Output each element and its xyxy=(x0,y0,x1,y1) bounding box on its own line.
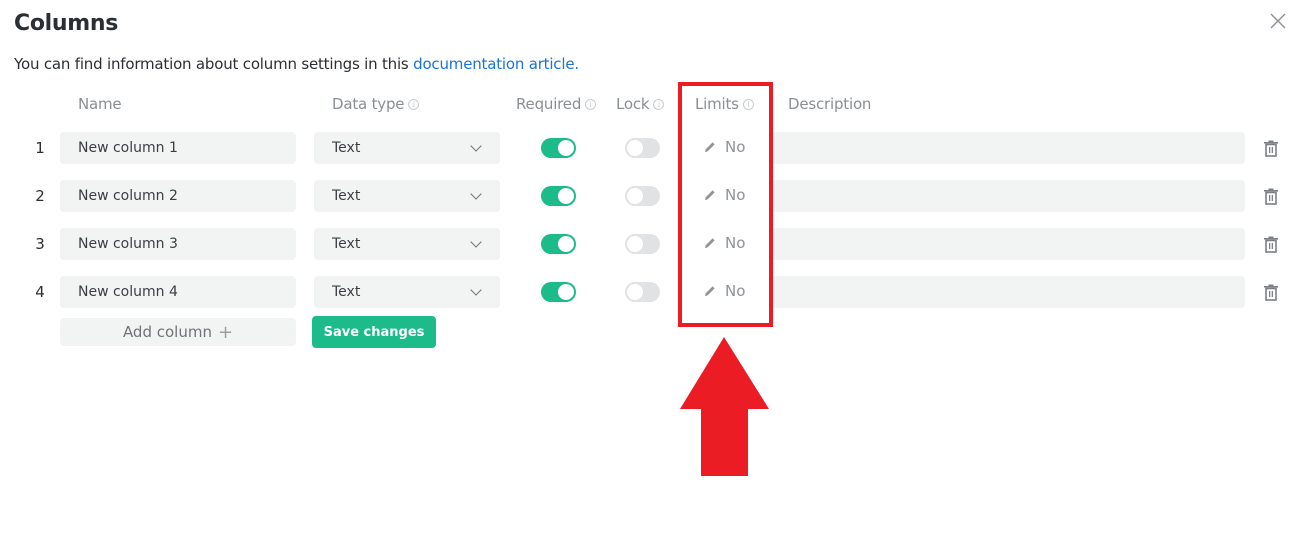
add-column-label: Add column xyxy=(122,323,212,341)
header-limits: Limits i xyxy=(695,95,754,113)
column-name-input[interactable]: New column 4 xyxy=(60,276,296,308)
limits-edit-button[interactable]: No xyxy=(703,282,745,300)
trash-icon[interactable] xyxy=(1263,284,1279,301)
plus-icon: + xyxy=(217,321,234,343)
header-limits-label: Limits xyxy=(695,95,739,113)
trash-icon[interactable] xyxy=(1263,236,1279,253)
subtitle-text: You can find information about column se… xyxy=(14,55,414,73)
save-changes-button[interactable]: Save changes xyxy=(312,316,436,348)
header-required-label: Required xyxy=(516,95,582,113)
trash-icon[interactable] xyxy=(1263,188,1279,205)
chevron-down-icon xyxy=(470,236,482,248)
limits-value: No xyxy=(725,234,746,252)
limits-edit-button[interactable]: No xyxy=(703,186,745,204)
pencil-icon xyxy=(705,286,715,296)
up-arrow-annotation xyxy=(680,337,769,476)
data-type-value: Text xyxy=(332,140,361,156)
pencil-icon xyxy=(705,238,715,248)
limits-value: No xyxy=(725,282,746,300)
limits-value: No xyxy=(725,186,746,204)
limits-value: No xyxy=(725,138,746,156)
pencil-icon xyxy=(705,142,715,152)
info-icon[interactable]: i xyxy=(408,98,420,110)
lock-toggle[interactable] xyxy=(625,186,660,206)
lock-toggle[interactable] xyxy=(625,138,660,158)
column-row: 4 New column 4 Text No xyxy=(0,276,1299,308)
column-name-input[interactable]: New column 3 xyxy=(60,228,296,260)
limits-edit-button[interactable]: No xyxy=(703,138,745,156)
row-number: 3 xyxy=(35,235,45,253)
header-description-label: Description xyxy=(788,95,872,113)
description-input[interactable] xyxy=(772,276,1245,308)
data-type-select[interactable]: Text xyxy=(314,180,500,212)
data-type-value: Text xyxy=(332,188,361,204)
required-toggle[interactable] xyxy=(541,282,576,302)
data-type-select[interactable]: Text xyxy=(314,132,500,164)
description-input[interactable] xyxy=(772,132,1245,164)
header-required: Required i xyxy=(516,95,597,113)
header-data-type-label: Data type xyxy=(332,95,405,113)
data-type-select[interactable]: Text xyxy=(314,276,500,308)
row-number: 4 xyxy=(35,283,45,301)
row-number: 1 xyxy=(35,139,45,157)
row-number: 2 xyxy=(35,187,45,205)
required-toggle[interactable] xyxy=(541,138,576,158)
description-input[interactable] xyxy=(772,228,1245,260)
lock-toggle[interactable] xyxy=(625,234,660,254)
header-lock-label: Lock xyxy=(616,95,650,113)
chevron-down-icon xyxy=(470,284,482,296)
dialog-subtitle: You can find information about column se… xyxy=(14,55,579,73)
chevron-down-icon xyxy=(470,188,482,200)
limits-edit-button[interactable]: No xyxy=(703,234,745,252)
required-toggle[interactable] xyxy=(541,186,576,206)
add-column-button[interactable]: Add column + xyxy=(60,318,296,346)
trash-icon[interactable] xyxy=(1263,140,1279,157)
pencil-icon xyxy=(705,190,715,200)
close-icon[interactable] xyxy=(1268,11,1288,31)
data-type-value: Text xyxy=(332,236,361,252)
header-data-type: Data type i xyxy=(332,95,420,113)
column-row: 1 New column 1 Text No xyxy=(0,132,1299,164)
description-input[interactable] xyxy=(772,180,1245,212)
lock-toggle[interactable] xyxy=(625,282,660,302)
dialog-title: Columns xyxy=(14,11,119,36)
required-toggle[interactable] xyxy=(541,234,576,254)
header-description: Description xyxy=(788,95,871,113)
column-name-input[interactable]: New column 1 xyxy=(60,132,296,164)
info-icon[interactable]: i xyxy=(653,98,665,110)
column-row: 2 New column 2 Text No xyxy=(0,180,1299,212)
info-icon[interactable]: i xyxy=(585,98,597,110)
column-name-input[interactable]: New column 2 xyxy=(60,180,296,212)
header-name-label: Name xyxy=(78,95,122,113)
data-type-select[interactable]: Text xyxy=(314,228,500,260)
info-icon[interactable]: i xyxy=(742,98,754,110)
header-name: Name xyxy=(78,95,122,113)
header-lock: Lock i xyxy=(616,95,665,113)
data-type-value: Text xyxy=(332,284,361,300)
chevron-down-icon xyxy=(470,140,482,152)
documentation-link[interactable]: documentation article. xyxy=(413,55,579,73)
column-row: 3 New column 3 Text No xyxy=(0,228,1299,260)
